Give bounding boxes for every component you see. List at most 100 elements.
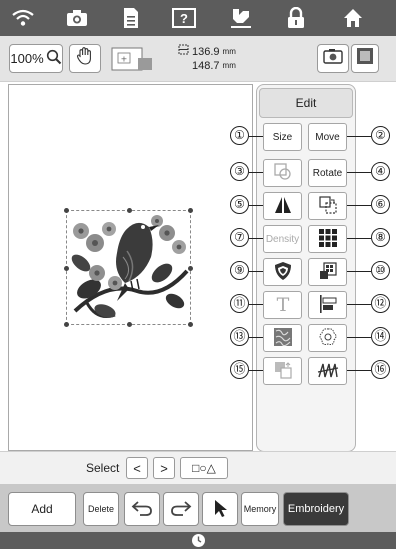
rotate-button-label: Rotate <box>312 167 343 179</box>
tab-edit-label: Edit <box>295 96 317 110</box>
delete-button[interactable]: Delete <box>83 492 119 526</box>
applique-button[interactable] <box>263 258 302 286</box>
select-next-button[interactable]: > <box>153 457 175 479</box>
callout-14: ⑭ <box>371 327 390 346</box>
leader-line <box>249 337 263 338</box>
pan-button[interactable] <box>69 44 101 73</box>
align-button[interactable] <box>308 291 347 319</box>
rotate-button[interactable]: Rotate <box>308 159 347 187</box>
embroidery-button[interactable]: Embroidery <box>283 492 349 526</box>
leader-line <box>347 136 371 137</box>
tab-edit[interactable]: Edit <box>259 88 353 118</box>
callout-12: ⑫ <box>371 294 390 313</box>
top-bar: ? <box>0 0 396 36</box>
density-button-label: Density <box>265 233 300 245</box>
svg-text:T: T <box>276 294 289 314</box>
callout-6: ⑥ <box>371 195 390 214</box>
leader-line <box>347 271 371 272</box>
add-button[interactable]: Add <box>8 492 76 526</box>
callout-2: ② <box>371 126 390 145</box>
width-value: 136.9 <box>192 45 220 58</box>
leader-line <box>249 238 263 239</box>
leader-line <box>347 370 371 371</box>
callout-11: ⑪ <box>230 294 249 313</box>
undo-button[interactable] <box>124 492 160 526</box>
order-button[interactable] <box>263 357 302 385</box>
redo-icon <box>169 499 193 520</box>
leader-line <box>249 304 263 305</box>
callout-7: ⑦ <box>230 228 249 247</box>
group-button[interactable] <box>308 258 347 286</box>
group-icon <box>318 261 338 284</box>
callout-16: ⑯ <box>371 360 390 379</box>
outline-button[interactable] <box>263 159 302 187</box>
selection-box[interactable] <box>64 208 193 327</box>
align-icon <box>318 294 338 317</box>
background-button[interactable] <box>351 44 379 73</box>
text-button[interactable]: T <box>263 291 302 319</box>
width-unit: mm <box>222 46 236 56</box>
border-button[interactable] <box>308 225 347 253</box>
outline-icon <box>273 162 292 184</box>
order-icon <box>273 360 293 383</box>
move-button-label: Move <box>315 131 340 143</box>
leader-line <box>347 205 371 206</box>
magnifier-icon <box>46 49 62 68</box>
bottom-bar: Add Delete Memory Embroidery <box>0 484 396 532</box>
hand-icon <box>76 46 94 71</box>
help-icon[interactable]: ? <box>169 6 199 30</box>
thread-icon[interactable] <box>226 6 256 30</box>
svg-text:?: ? <box>180 11 188 26</box>
camera-scan-icon <box>323 48 343 69</box>
leader-line <box>347 238 371 239</box>
embroidery-canvas[interactable] <box>8 84 253 451</box>
design-dimensions: 136.9 mm 148.7 mm <box>178 44 236 73</box>
border-grid-icon <box>318 228 338 251</box>
select-prev-button[interactable]: < <box>126 457 148 479</box>
view-toolbar: 100% + 136.9 mm 148.7 mm <box>0 36 396 82</box>
size-button-label: Size <box>272 131 293 143</box>
memory-button[interactable]: Memory <box>241 492 279 526</box>
scan-button[interactable] <box>317 44 349 73</box>
duplicate-button[interactable] <box>308 192 347 220</box>
frame-icon <box>356 47 374 70</box>
move-button[interactable]: Move <box>308 123 347 151</box>
lock-icon[interactable] <box>281 6 311 30</box>
stitch-button[interactable] <box>308 357 347 385</box>
height-unit: mm <box>222 61 236 70</box>
height-value: 148.7 <box>192 60 220 72</box>
callout-9: ⑨ <box>230 261 249 280</box>
stitch-icon <box>317 360 339 383</box>
document-icon[interactable] <box>116 6 146 30</box>
callout-4: ④ <box>371 162 390 181</box>
pointer-button[interactable] <box>202 492 238 526</box>
footer-bar <box>0 532 396 549</box>
size-button[interactable]: Size <box>263 123 302 151</box>
leader-line <box>249 136 263 137</box>
select-bar: Select < > □○△ <box>0 451 396 484</box>
zoom-value: 100% <box>10 51 44 66</box>
wifi-icon[interactable] <box>8 6 38 30</box>
home-icon[interactable] <box>338 6 368 30</box>
redo-button[interactable] <box>163 492 199 526</box>
zoom-button[interactable]: 100% <box>9 44 63 73</box>
density-button[interactable]: Density <box>263 225 302 253</box>
stipple-button[interactable] <box>263 324 302 352</box>
flip-button[interactable] <box>263 192 302 220</box>
leader-line <box>249 370 263 371</box>
motif-button[interactable] <box>308 324 347 352</box>
duplicate-icon <box>318 195 338 218</box>
select-label: Select <box>86 461 120 475</box>
leader-line <box>347 337 371 338</box>
select-shapes-button[interactable]: □○△ <box>180 457 228 479</box>
callout-10: ⑩ <box>371 261 390 280</box>
undo-icon <box>130 499 154 520</box>
stipple-icon <box>273 327 293 350</box>
bird-embroidery-design <box>71 215 189 318</box>
motif-icon <box>318 327 338 350</box>
width-icon <box>178 44 189 59</box>
leader-line <box>249 205 263 206</box>
flip-icon <box>273 195 293 218</box>
hoop-icon: + <box>110 44 156 74</box>
camera-icon[interactable] <box>62 6 92 30</box>
